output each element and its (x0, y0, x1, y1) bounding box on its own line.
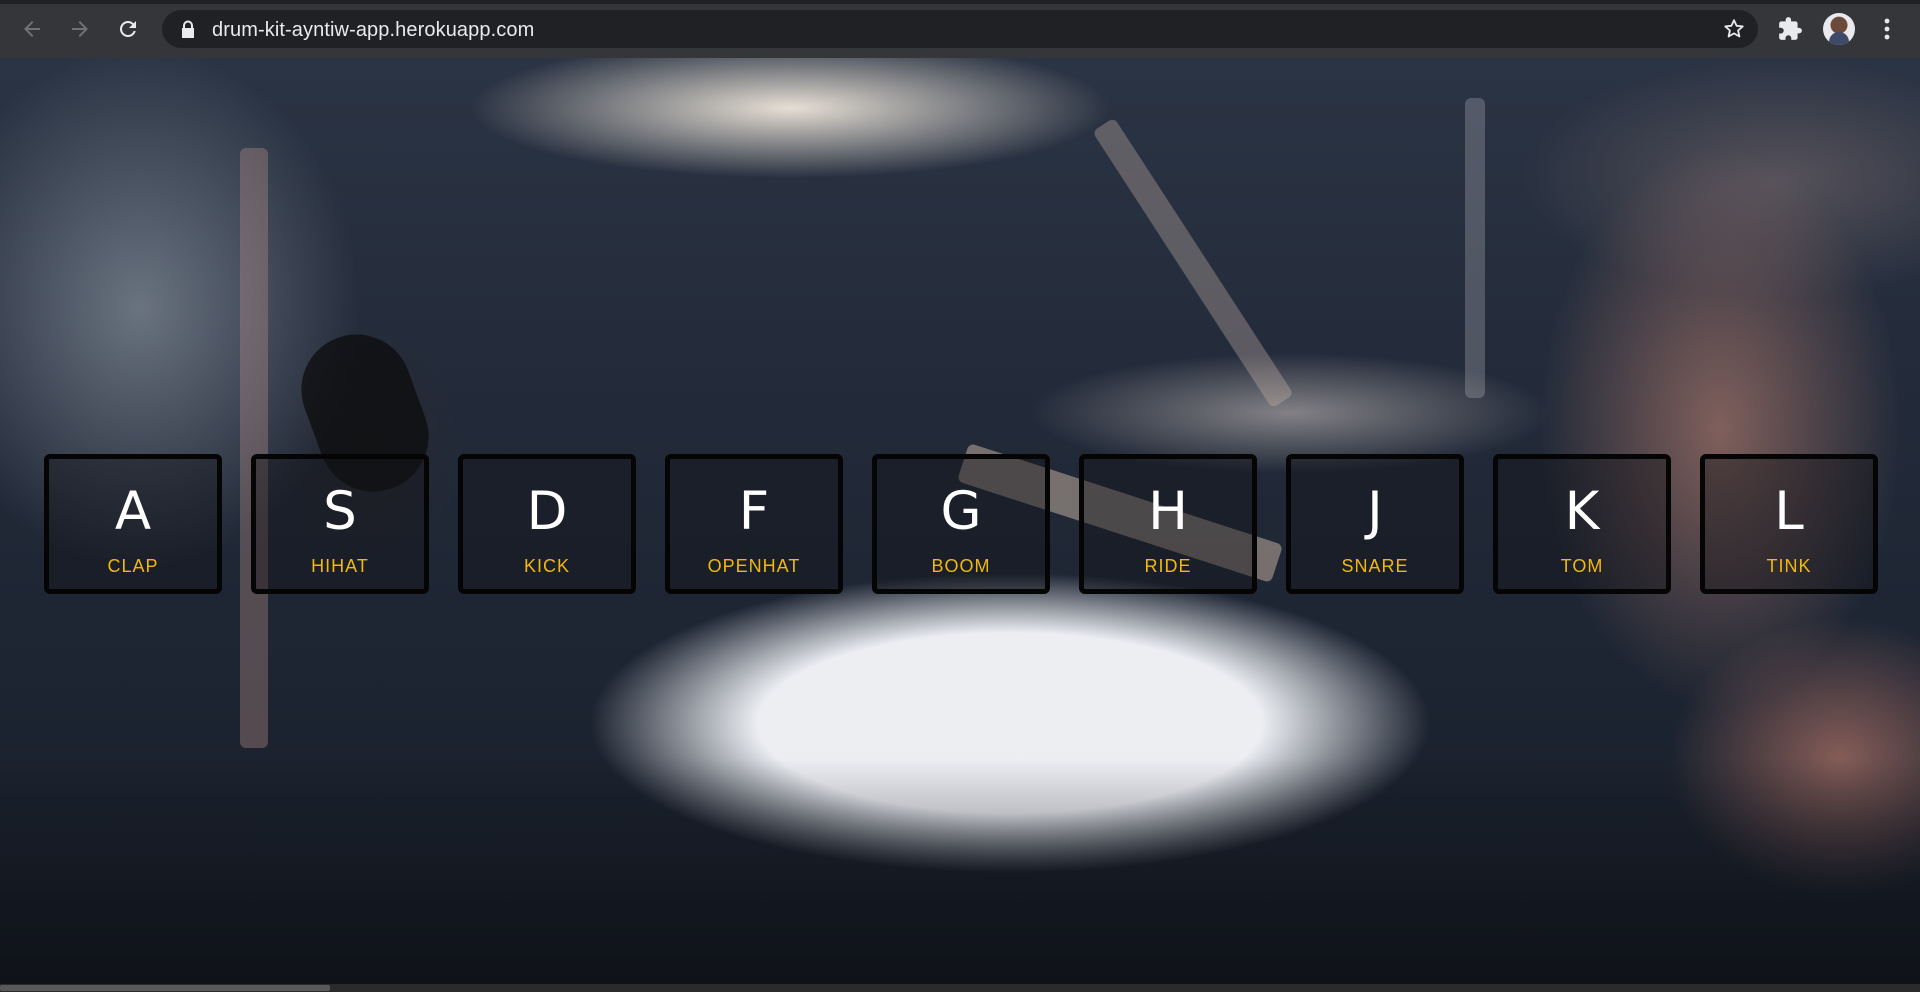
reload-icon (120, 21, 136, 37)
arrow-right-icon (72, 21, 88, 37)
key-letter: L (1774, 481, 1804, 542)
page-viewport: A CLAP S HIHAT D KICK F OPENHAT G BOOM H… (0, 58, 1920, 984)
drum-key-s[interactable]: S HIHAT (251, 454, 429, 594)
drum-key-f[interactable]: F OPENHAT (665, 454, 843, 594)
drum-key-h[interactable]: H RIDE (1079, 454, 1257, 594)
key-letter: S (323, 481, 357, 542)
drum-key-j[interactable]: J SNARE (1286, 454, 1464, 594)
url-text[interactable]: drum-kit-ayntiw-app.herokuapp.com (212, 19, 534, 42)
sound-label: KICK (523, 556, 570, 576)
avatar[interactable] (1823, 13, 1855, 45)
sound-label: BOOM (931, 556, 991, 576)
sound-label: HIHAT (311, 556, 369, 576)
key-letter: D (526, 481, 568, 542)
drum-key-g[interactable]: G BOOM (872, 454, 1050, 594)
sound-label: CLAP (107, 556, 159, 576)
sound-label: TINK (1766, 556, 1812, 576)
key-letter: H (1148, 481, 1188, 542)
address-bar[interactable]: drum-kit-ayntiw-app.herokuapp.com (162, 10, 1758, 48)
scrollbar-thumb[interactable] (0, 985, 330, 991)
key-letter: J (1367, 481, 1383, 542)
horizontal-scrollbar[interactable] (0, 984, 1920, 992)
drum-key-k[interactable]: K TOM (1493, 454, 1671, 594)
sound-label: RIDE (1144, 556, 1192, 576)
browser-toolbar: drum-kit-ayntiw-app.herokuapp.com (0, 0, 1920, 58)
forward-button[interactable] (65, 14, 95, 44)
back-button[interactable] (17, 14, 47, 44)
reload-button[interactable] (113, 14, 143, 44)
star-icon[interactable] (1722, 17, 1746, 41)
lock-icon[interactable] (180, 20, 196, 38)
sound-label: TOM (1560, 556, 1604, 576)
drum-keys: A CLAP S HIHAT D KICK F OPENHAT G BOOM H… (44, 454, 1878, 594)
key-letter: F (738, 481, 770, 542)
drum-key-d[interactable]: D KICK (458, 454, 636, 594)
kebab-menu-icon[interactable] (1874, 15, 1900, 43)
drum-key-a[interactable]: A CLAP (44, 454, 222, 594)
key-letter: A (114, 481, 152, 542)
key-letter: K (1564, 481, 1600, 542)
sound-label: OPENHAT (707, 556, 801, 576)
drum-key-l[interactable]: L TINK (1700, 454, 1878, 594)
key-letter: G (940, 481, 982, 542)
puzzle-icon[interactable] (1777, 16, 1803, 42)
arrow-left-icon (24, 21, 40, 37)
sound-label: SNARE (1341, 556, 1409, 576)
